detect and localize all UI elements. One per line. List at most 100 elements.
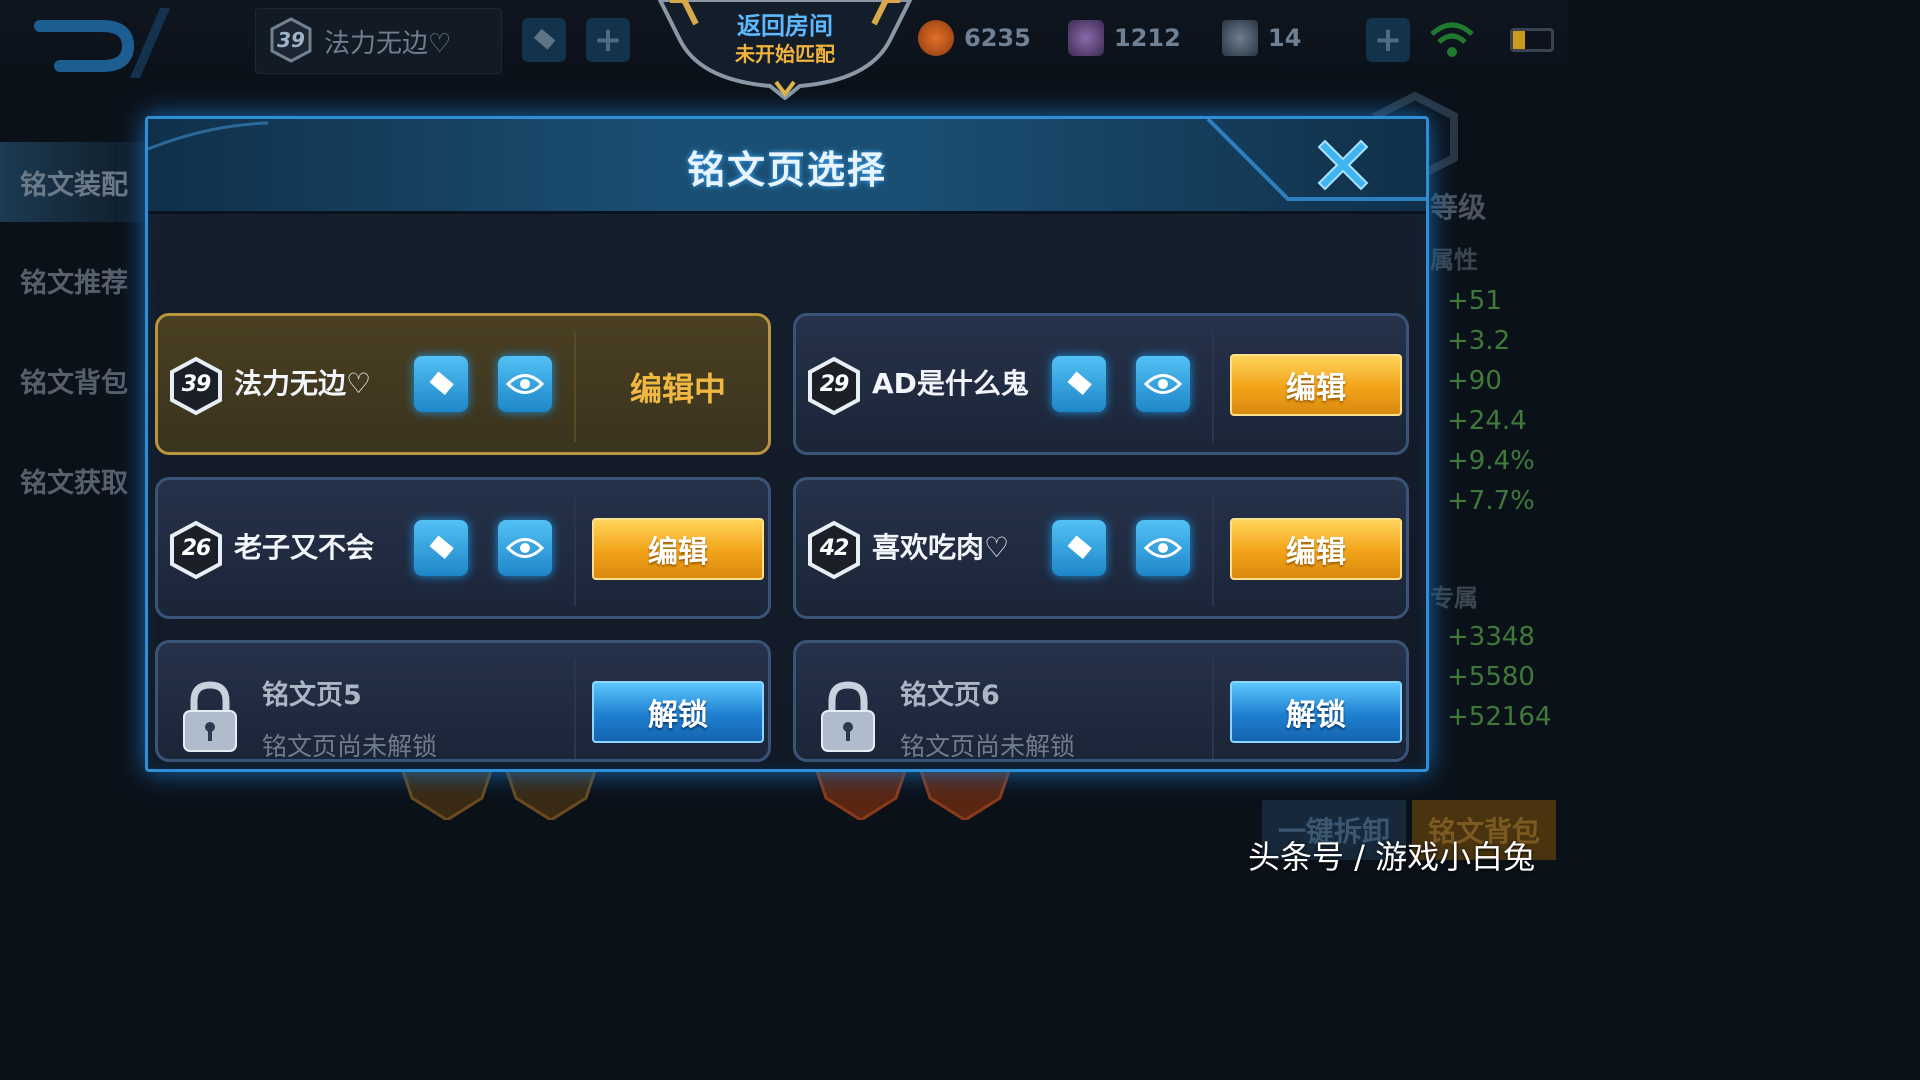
gold-coin-icon (918, 20, 954, 56)
eraser-icon (1067, 535, 1092, 560)
rename-button[interactable] (1052, 520, 1106, 576)
stat-value: +90 (1447, 366, 1502, 396)
rune-page-card[interactable]: 39 法力无边♡ 编辑中 (155, 313, 771, 455)
level-hex-icon: 26 (168, 520, 224, 580)
stat-value: +51 (1447, 286, 1502, 316)
watermark: 头条号 / 游戏小白兔 (1248, 838, 1536, 876)
eraser-icon (533, 28, 556, 50)
card-divider (574, 332, 576, 442)
current-page-badge[interactable]: 39 法力无边♡ (255, 8, 502, 74)
eraser-icon (429, 371, 454, 396)
plus-icon: + (1373, 20, 1403, 60)
rename-button[interactable] (1052, 356, 1106, 412)
add-top-button[interactable]: + (586, 18, 630, 62)
sidebar-item-rune-bag[interactable]: 铭文背包 (0, 340, 150, 420)
wifi-icon (1428, 20, 1476, 60)
diamond-value: 1212 (1114, 24, 1181, 52)
voucher-counter: 14 (1222, 20, 1301, 56)
exclusive-label: 专属 (1430, 584, 1478, 612)
exclusive-stat-value: +3348 (1447, 622, 1535, 652)
top-page-name: 法力无边♡ (324, 29, 452, 59)
page-level: 42 (819, 536, 850, 561)
dialog-title: 铭文页选择 (686, 148, 887, 192)
lock-icon (816, 679, 880, 755)
rune-slot-icon (399, 766, 495, 828)
card-divider (1212, 659, 1214, 759)
exclusive-stat-value: +5580 (1447, 662, 1535, 692)
gold-value: 6235 (964, 24, 1031, 52)
rune-slot-icon (813, 766, 909, 828)
eye-icon (506, 538, 544, 558)
preview-button[interactable] (498, 356, 552, 412)
locked-page-desc: 铭文页尚未解锁 (900, 732, 1076, 761)
diamond-icon (1068, 20, 1104, 56)
gold-counter: 6235 (918, 20, 1031, 56)
voucher-value: 14 (1268, 24, 1302, 52)
page-level: 29 (819, 372, 850, 397)
rename-button[interactable] (414, 520, 468, 576)
locked-page-desc: 铭文页尚未解锁 (262, 732, 438, 761)
edit-button[interactable]: 编辑 (1230, 518, 1402, 580)
preview-button[interactable] (498, 520, 552, 576)
attribute-label: 属性 (1430, 246, 1478, 274)
edit-button[interactable]: 编辑 (592, 518, 764, 580)
back-icon[interactable] (20, 8, 170, 78)
level-hex-icon: 42 (806, 520, 862, 580)
sidebar-item-rune-equip[interactable]: 铭文装配 (0, 142, 150, 222)
edit-button[interactable]: 编辑 (1230, 354, 1402, 416)
rune-page-card[interactable]: 29 AD是什么鬼 编辑 (793, 313, 1409, 455)
close-icon (1317, 139, 1369, 191)
match-status-label: 未开始匹配 (735, 42, 835, 66)
voucher-icon (1222, 20, 1258, 56)
plus-icon: + (593, 20, 623, 60)
page-name: 喜欢吃肉♡ (872, 531, 1010, 564)
preview-button[interactable] (1136, 356, 1190, 412)
rune-page-card[interactable]: 26 老子又不会 编辑 (155, 477, 771, 619)
editing-status: 编辑中 (629, 370, 726, 408)
exclusive-stat-value: +52164 (1447, 702, 1552, 732)
stat-value: +7.7% (1447, 486, 1535, 516)
card-divider (574, 496, 576, 606)
page-name: 法力无边♡ (234, 367, 372, 400)
eraser-icon (429, 535, 454, 560)
level-hex-icon: 29 (806, 356, 862, 416)
lock-icon (178, 679, 242, 755)
page-level: 26 (181, 536, 212, 561)
eye-icon (1144, 538, 1182, 558)
rune-slot-icon (503, 766, 599, 828)
top-level-number: 39 (277, 28, 305, 52)
card-divider (574, 659, 576, 759)
unlock-button[interactable]: 解锁 (592, 681, 764, 743)
locked-page-card[interactable]: 铭文页5 铭文页尚未解锁 解锁 (155, 640, 771, 762)
level-hex-icon: 39 (168, 356, 224, 416)
page-name: 老子又不会 (234, 531, 375, 564)
locked-page-name: 铭文页6 (900, 680, 1000, 711)
level-label: 等级 (1430, 191, 1487, 224)
page-name: AD是什么鬼 (872, 367, 1029, 400)
unlock-button[interactable]: 解锁 (1230, 681, 1402, 743)
rune-slot-icon (917, 766, 1013, 828)
rune-page-card[interactable]: 42 喜欢吃肉♡ 编辑 (793, 477, 1409, 619)
diamond-counter: 1212 (1068, 20, 1181, 56)
stat-value: +9.4% (1447, 446, 1535, 476)
preview-button[interactable] (1136, 520, 1190, 576)
eye-icon (506, 374, 544, 394)
sidebar-item-rune-obtain[interactable]: 铭文获取 (0, 440, 150, 520)
locked-page-name: 铭文页5 (262, 680, 362, 711)
card-divider (1212, 496, 1214, 606)
page-level: 39 (181, 372, 212, 397)
level-hex-icon: 39 (268, 17, 314, 63)
stat-value: +24.4 (1447, 406, 1527, 436)
stat-value: +3.2 (1447, 326, 1511, 356)
sidebar-item-rune-recommend[interactable]: 铭文推荐 (0, 240, 150, 320)
battery-icon (1510, 28, 1554, 52)
close-button[interactable] (1303, 129, 1383, 201)
rename-button[interactable] (414, 356, 468, 412)
eye-icon (1144, 374, 1182, 394)
locked-page-card[interactable]: 铭文页6 铭文页尚未解锁 解锁 (793, 640, 1409, 762)
eraser-icon (1067, 371, 1092, 396)
return-room-label: 返回房间 (737, 12, 833, 40)
rename-top-button[interactable] (522, 18, 566, 62)
recharge-button[interactable]: + (1366, 18, 1410, 62)
card-divider (1212, 332, 1214, 442)
